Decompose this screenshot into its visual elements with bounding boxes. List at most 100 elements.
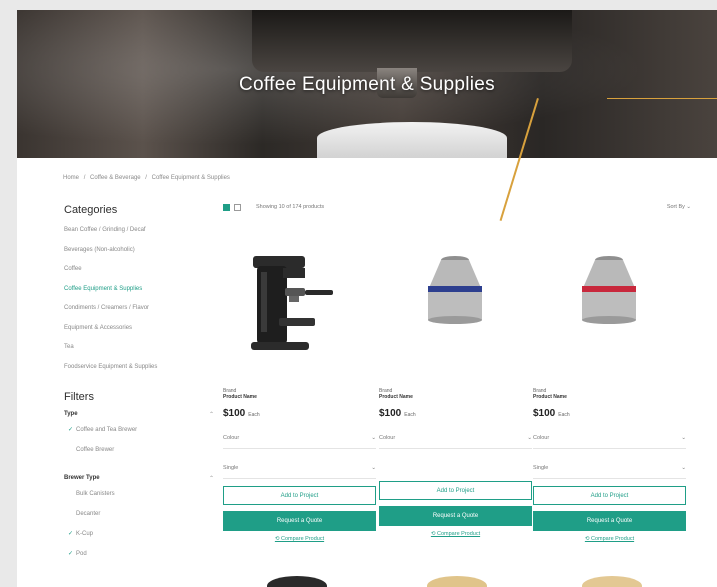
filter-option-label: Pod <box>76 551 87 557</box>
breadcrumb-coffee-beverage[interactable]: Coffee & Beverage <box>90 175 141 181</box>
category-item[interactable]: Equipment & Accessories <box>64 323 214 343</box>
product-name[interactable]: Product Name <box>379 394 532 400</box>
chevron-down-icon: ⌄ <box>681 465 686 471</box>
category-item[interactable]: Coffee <box>64 264 214 284</box>
grid-view-icon[interactable] <box>223 204 230 211</box>
filter-option-label: Coffee Brewer <box>76 447 115 453</box>
hero-banner: Coffee Equipment & Supplies <box>17 10 717 158</box>
page: Coffee Equipment & Supplies Home / Coffe… <box>17 10 717 587</box>
product-price: $100 Each <box>223 408 376 419</box>
list-view-icon[interactable] <box>234 204 241 211</box>
results-toolbar: Showing 10 of 174 products Sort By ⌄ <box>223 204 693 216</box>
add-to-project-button[interactable]: Add to Project <box>223 486 376 505</box>
filter-option-label: Bulk Canisters <box>76 491 115 497</box>
compare-label: Compare Product <box>281 536 325 542</box>
product-image-espresso-machine[interactable] <box>223 226 376 376</box>
sort-dropdown[interactable]: Sort By ⌄ <box>667 204 691 210</box>
checkmark-icon: ✓ <box>68 427 74 433</box>
coffee-capsule-icon <box>582 256 636 324</box>
empty-select-slot <box>379 454 532 474</box>
price-unit: Each <box>248 412 260 418</box>
breadcrumb-home[interactable]: Home <box>63 175 79 181</box>
price-value: $100 <box>533 408 556 419</box>
checkmark-icon: ✓ <box>68 531 74 537</box>
espresso-machine-icon <box>251 256 333 350</box>
next-product-image <box>267 576 327 587</box>
sidebar: Categories Bean Coffee / Grinding / Deca… <box>64 204 214 569</box>
select-value: Colour <box>533 435 550 441</box>
product-image-coffee-capsule-red[interactable] <box>533 226 686 376</box>
coffee-capsule-icon <box>428 256 482 324</box>
chevron-down-icon: ⌄ <box>371 435 376 441</box>
categories-heading: Categories <box>64 204 118 216</box>
next-product-image <box>582 576 642 587</box>
price-unit: Each <box>558 412 570 418</box>
filter-option[interactable]: Decanter <box>64 509 214 529</box>
select-value: Colour <box>223 435 240 441</box>
select-value: Single <box>223 465 239 471</box>
filter-group-label: Brewer Type <box>64 475 100 481</box>
filter-option[interactable]: Bulk Canisters <box>64 489 214 509</box>
category-item-active[interactable]: Coffee Equipment & Supplies <box>64 284 214 304</box>
request-quote-button[interactable]: Request a Quote <box>533 511 686 531</box>
select-value: Colour <box>379 435 396 441</box>
category-item[interactable]: Condiments / Creamers / Flavor <box>64 303 214 323</box>
annotation-line <box>607 98 717 99</box>
compare-product-link[interactable]: ⟲ Compare Product <box>223 536 376 542</box>
page-title: Coffee Equipment & Supplies <box>239 74 495 95</box>
filters-heading: Filters <box>64 391 94 403</box>
results-count: Showing 10 of 174 products <box>256 204 325 210</box>
compare-product-link[interactable]: ⟲ Compare Product <box>533 536 686 542</box>
colour-select[interactable]: Colour ⌄ <box>379 428 532 449</box>
colour-select[interactable]: Colour ⌄ <box>533 428 686 449</box>
breadcrumb-separator: / <box>145 175 147 181</box>
filter-option-label: K-Cup <box>76 531 94 537</box>
filter-group-brewer-type[interactable]: Brewer Type ⌃ <box>64 475 214 489</box>
filter-option[interactable]: Coffee Brewer <box>64 445 214 465</box>
filter-option[interactable]: ✓ Pod <box>64 549 214 569</box>
price-value: $100 <box>379 408 402 419</box>
quantity-select[interactable]: Single ⌄ <box>223 458 376 479</box>
add-to-project-button[interactable]: Add to Project <box>533 486 686 505</box>
product-price: $100 Each <box>533 408 686 419</box>
product-name[interactable]: Product Name <box>533 394 686 400</box>
category-item[interactable]: Tea <box>64 342 214 362</box>
category-item[interactable]: Beverages (Non-alcoholic) <box>64 245 214 265</box>
coffee-cup-photo <box>317 122 507 158</box>
filter-group-type[interactable]: Type ⌃ <box>64 411 214 425</box>
price-value: $100 <box>223 408 246 419</box>
product-name[interactable]: Product Name <box>223 394 376 400</box>
filter-group-label: Type <box>64 411 78 417</box>
product-card: Brand Product Name $100 Each Colour ⌄ Sing… <box>223 226 376 542</box>
chevron-down-icon: ⌄ <box>371 465 376 471</box>
price-unit: Each <box>404 412 416 418</box>
category-item[interactable]: Bean Coffee / Grinding / Decaf <box>64 225 214 245</box>
colour-select[interactable]: Colour ⌄ <box>223 428 376 449</box>
chevron-up-icon[interactable]: ⌃ <box>209 411 214 425</box>
select-value: Single <box>533 465 549 471</box>
quantity-select[interactable]: Single ⌄ <box>533 458 686 479</box>
filter-option-label: Decanter <box>76 511 101 517</box>
product-price: $100 Each <box>379 408 532 419</box>
filter-option[interactable]: ✓ Coffee and Tea Brewer <box>64 425 214 445</box>
add-to-project-button[interactable]: Add to Project <box>379 481 532 500</box>
espresso-machine-photo <box>252 10 572 72</box>
breadcrumb: Home / Coffee & Beverage / Coffee Equipm… <box>63 175 233 181</box>
request-quote-button[interactable]: Request a Quote <box>379 506 532 526</box>
checkmark-icon: ✓ <box>68 551 74 557</box>
filter-option[interactable]: ✓ K-Cup <box>64 529 214 549</box>
compare-label: Compare Product <box>591 536 635 542</box>
product-card: Brand Product Name $100 Each Colour ⌄ Sing… <box>533 226 686 542</box>
chevron-down-icon: ⌄ <box>527 435 532 441</box>
chevron-up-icon[interactable]: ⌃ <box>209 475 214 489</box>
compare-label: Compare Product <box>437 531 481 537</box>
chevron-down-icon: ⌄ <box>681 435 686 441</box>
request-quote-button[interactable]: Request a Quote <box>223 511 376 531</box>
breadcrumb-separator: / <box>83 175 86 181</box>
breadcrumb-current: Coffee Equipment & Supplies <box>151 175 230 181</box>
product-image-coffee-capsule-blue[interactable] <box>379 226 532 376</box>
product-card: Brand Product Name $100 Each Colour ⌄ Add … <box>379 226 532 537</box>
compare-product-link[interactable]: ⟲ Compare Product <box>379 531 532 537</box>
filter-option-label: Coffee and Tea Brewer <box>76 427 138 433</box>
category-item[interactable]: Foodservice Equipment & Supplies <box>64 362 214 382</box>
